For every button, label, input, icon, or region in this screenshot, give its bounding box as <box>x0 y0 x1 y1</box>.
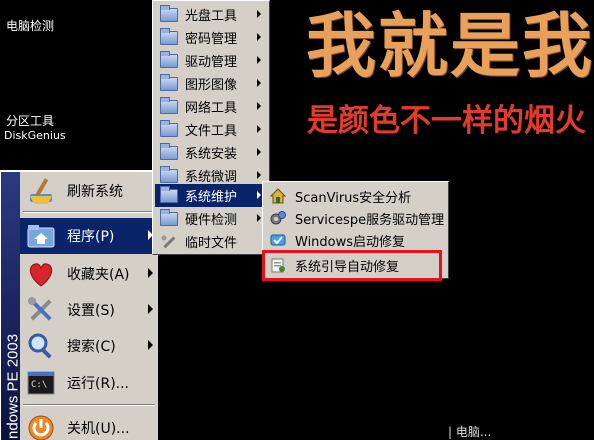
chevron-right-icon <box>257 56 261 64</box>
chevron-right-icon <box>257 191 261 199</box>
maintenance-item-label: ScanVirus安全分析 <box>295 190 412 206</box>
broom-icon <box>24 174 58 208</box>
chevron-right-icon <box>148 340 153 350</box>
programs-item-graphics[interactable]: 图形图像 <box>155 72 267 95</box>
terminal-icon: C:\ <box>24 366 58 400</box>
start-menu: Windows PE 2003 刷新系统 程序(P) 收藏夹(A) 设置(S) … <box>0 170 159 440</box>
start-item-favorites[interactable]: 收藏夹(A) <box>20 256 159 292</box>
programs-item-system-install[interactable]: 系统安装 <box>155 141 267 164</box>
programs-item-label: 系统维护 <box>185 190 238 205</box>
menu-separator <box>23 404 155 406</box>
programs-item-temp-files[interactable]: 临时文件 <box>155 230 267 253</box>
start-item-refresh[interactable]: 刷新系统 <box>20 173 159 209</box>
folder-icon <box>160 27 178 45</box>
start-item-label: 设置(S) <box>67 303 115 319</box>
chevron-right-icon <box>257 171 261 179</box>
programs-item-label: 系统微调 <box>185 170 238 185</box>
desktop-item-hardware-test[interactable]: 电脑检测 <box>6 19 54 33</box>
slogan-line-2: 是颜色不一样的烟火 <box>307 103 586 139</box>
start-item-label: 刷新系统 <box>67 184 123 200</box>
shutdown-icon <box>24 411 58 440</box>
tools-icon <box>24 293 58 327</box>
folder-icon <box>160 185 178 203</box>
chevron-right-icon <box>257 148 261 156</box>
chevron-right-icon <box>257 125 261 133</box>
programs-item-label: 文件工具 <box>185 124 238 139</box>
start-item-label: 搜索(C) <box>67 339 116 355</box>
heart-icon <box>24 257 58 291</box>
programs-item-label: 临时文件 <box>185 236 238 251</box>
folder-icon <box>160 96 178 114</box>
watermark: | 电脑... <box>448 425 492 439</box>
magnifier-icon <box>24 329 58 363</box>
programs-item-system-maintenance[interactable]: 系统维护 <box>155 184 267 207</box>
programs-folder-icon <box>24 219 58 253</box>
desktop-item-partition-tool[interactable]: 分区工具 <box>6 114 54 128</box>
programs-item-password[interactable]: 密码管理 <box>155 26 267 49</box>
programs-item-file-tools[interactable]: 文件工具 <box>155 118 267 141</box>
maintenance-item-windows-repair[interactable]: Windows启动修复 <box>265 229 447 251</box>
highlight-box <box>262 250 442 281</box>
maintenance-item-servicespe[interactable]: Servicespe服务驱动管理 <box>265 207 447 229</box>
chevron-right-icon <box>148 304 153 314</box>
start-item-run[interactable]: C:\ 运行(R)... <box>20 365 159 401</box>
desktop-item-diskgenius[interactable]: DiskGenius <box>4 129 66 143</box>
maintenance-item-scanvirus[interactable]: ScanVirus安全分析 <box>265 185 447 207</box>
start-item-label: 关机(U)... <box>67 421 130 437</box>
programs-item-label: 硬件检测 <box>185 213 238 228</box>
programs-submenu: 光盘工具 密码管理 驱动管理 图形图像 网络工具 文件工具 系统安装 系统微调 <box>152 0 270 255</box>
start-item-programs[interactable]: 程序(P) <box>20 218 159 254</box>
programs-item-label: 密码管理 <box>185 32 238 47</box>
slogan-line-1: 我就是我 <box>306 5 594 87</box>
menu-separator <box>23 211 155 213</box>
house-shield-icon <box>269 188 287 204</box>
programs-item-hardware-test[interactable]: 硬件检测 <box>155 207 267 230</box>
programs-item-label: 系统安装 <box>185 147 238 162</box>
start-item-search[interactable]: 搜索(C) <box>20 328 159 364</box>
programs-item-driver[interactable]: 驱动管理 <box>155 49 267 72</box>
folder-icon <box>160 165 178 183</box>
folder-icon <box>160 50 178 68</box>
programs-item-label: 驱动管理 <box>185 55 238 70</box>
folder-icon <box>160 142 178 160</box>
chevron-right-icon <box>257 10 261 18</box>
programs-item-label: 光盘工具 <box>185 9 238 24</box>
start-item-label: 程序(P) <box>67 229 115 245</box>
programs-item-disc-tools[interactable]: 光盘工具 <box>155 3 267 26</box>
chevron-right-icon <box>257 79 261 87</box>
gears-icon <box>269 210 287 226</box>
chevron-right-icon <box>257 214 261 222</box>
wrench-icon <box>160 235 178 249</box>
start-item-settings[interactable]: 设置(S) <box>20 292 159 328</box>
chevron-right-icon <box>257 33 261 41</box>
folder-icon <box>160 73 178 91</box>
start-menu-side-strip: Windows PE 2003 <box>1 172 22 440</box>
maintenance-item-label: Windows启动修复 <box>295 234 406 250</box>
windows-repair-icon <box>269 232 287 248</box>
programs-item-network[interactable]: 网络工具 <box>155 95 267 118</box>
folder-icon <box>160 119 178 137</box>
svg-text:C:\: C:\ <box>31 380 47 390</box>
maintenance-item-label: Servicespe服务驱动管理 <box>295 212 445 228</box>
start-item-label: 收藏夹(A) <box>67 267 130 283</box>
programs-item-label: 网络工具 <box>185 101 238 116</box>
chevron-right-icon <box>148 268 153 278</box>
start-item-label: 运行(R)... <box>67 376 130 392</box>
folder-icon <box>160 208 178 226</box>
chevron-right-icon <box>257 102 261 110</box>
folder-icon <box>160 4 178 22</box>
programs-item-label: 图形图像 <box>185 78 238 93</box>
start-item-shutdown[interactable]: 关机(U)... <box>20 410 159 440</box>
